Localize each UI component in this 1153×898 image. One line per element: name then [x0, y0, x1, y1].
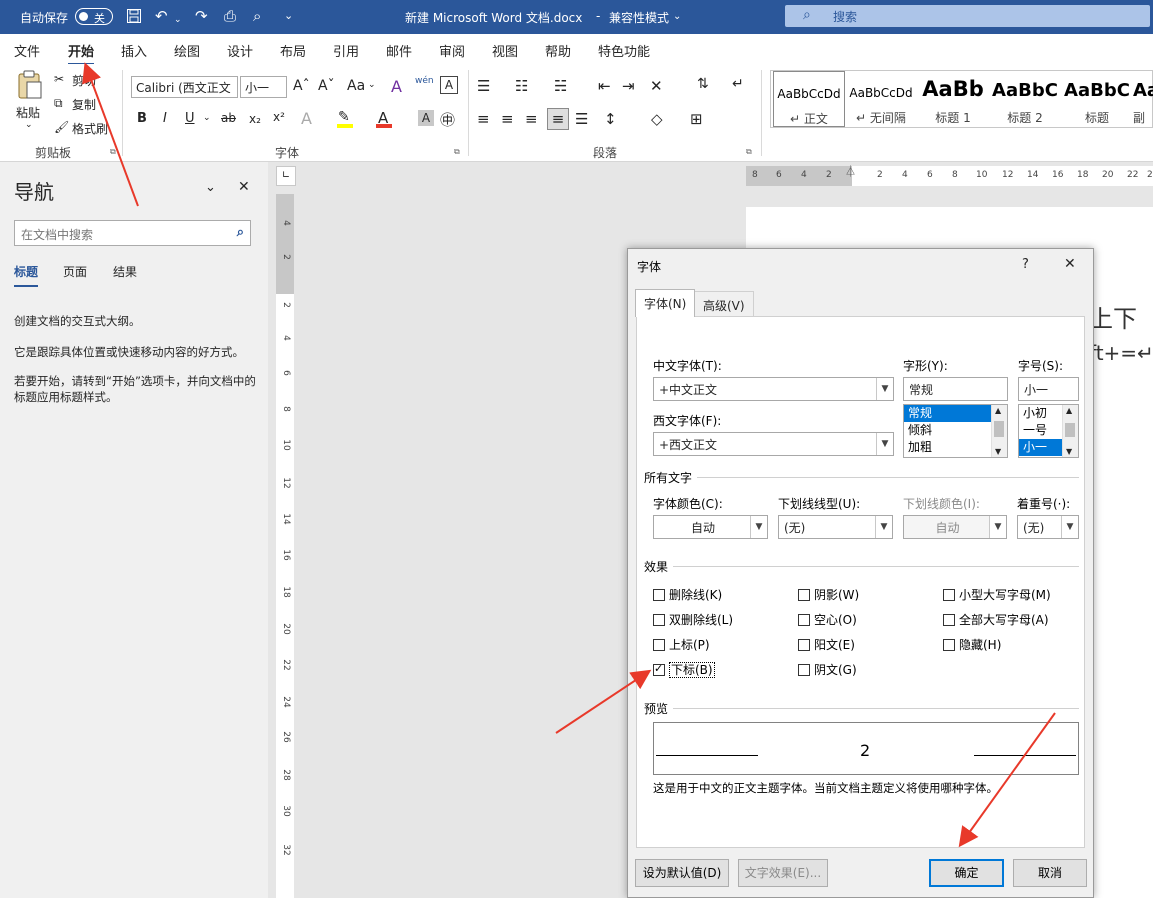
annotation-arrows — [82, 62, 1056, 848]
arrow-to-subscript — [555, 669, 652, 734]
arrow-to-ok — [958, 712, 1056, 848]
tab-font[interactable]: 字体(N) — [635, 289, 696, 317]
tab-font-label: 字体(N) — [644, 297, 687, 311]
arrow-to-home-tab — [82, 62, 139, 207]
